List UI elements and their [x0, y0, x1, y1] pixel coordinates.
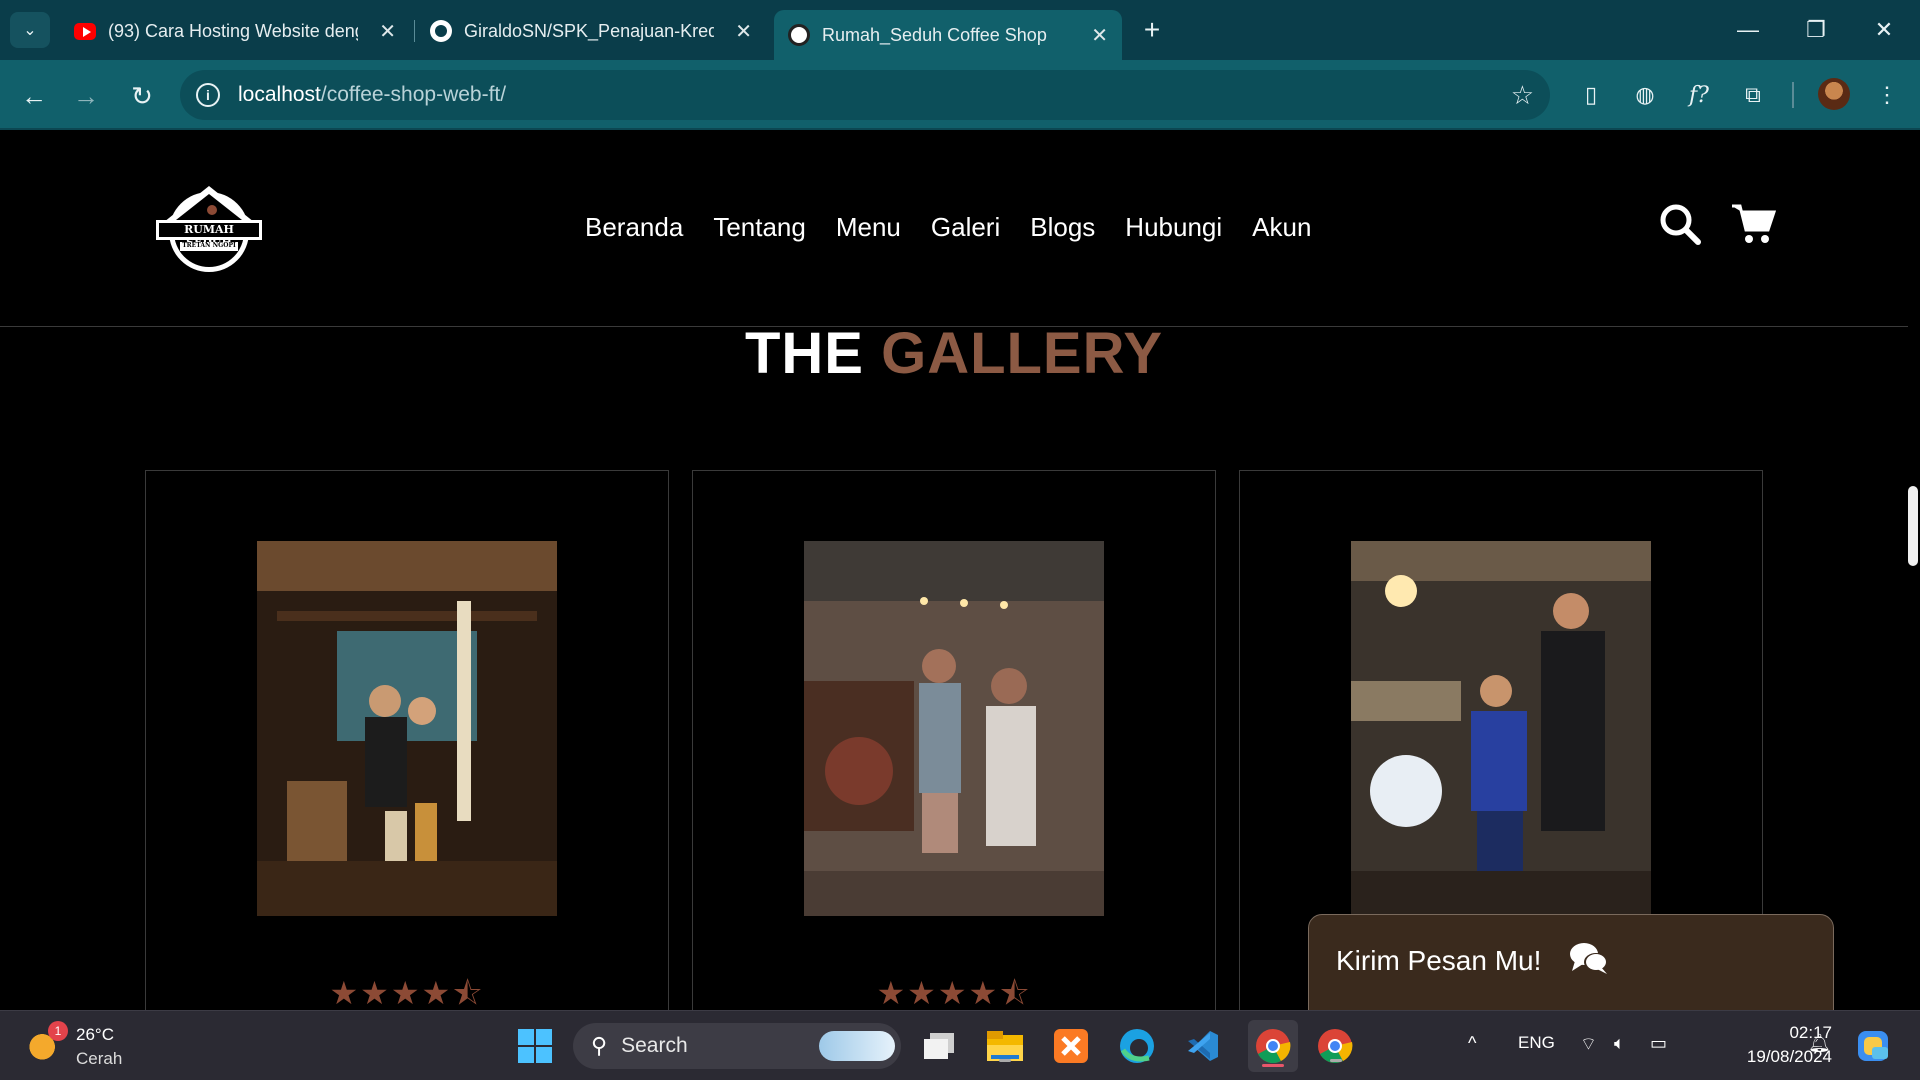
url-text[interactable]: localhost/coffee-shop-web-ft/ — [238, 83, 506, 107]
gallery-section-title: THE GALLERY — [744, 321, 1164, 386]
task-view-icon[interactable] — [918, 1025, 960, 1067]
tab-divider — [414, 20, 415, 42]
gallery-photo[interactable] — [1351, 541, 1651, 916]
youtube-icon — [74, 20, 96, 42]
notification-badge: 1 — [48, 1021, 68, 1041]
nav-galeri[interactable]: Galeri — [931, 212, 1000, 243]
close-tab-icon[interactable]: ✕ — [1091, 23, 1108, 48]
web-page: RUMAH SEDUH TRETAN NGOPI Beranda Tentang… — [0, 132, 1920, 1010]
nav-menu[interactable]: Menu — [836, 212, 901, 243]
browser-toolbar: ← → ↻ i localhost/coffee-shop-web-ft/ ☆ … — [0, 60, 1920, 130]
chrome-icon-active[interactable] — [1248, 1020, 1298, 1072]
new-tab-button[interactable]: + — [1136, 12, 1168, 48]
search-label: Search — [621, 1034, 688, 1057]
copilot-icon[interactable] — [1852, 1025, 1894, 1067]
rating-stars: ★★★★⯪ — [876, 975, 1032, 1010]
minimize-icon[interactable]: — — [1726, 12, 1770, 48]
show-hidden-icons[interactable]: ^ — [1468, 1033, 1476, 1054]
bookmark-star-icon[interactable]: ☆ — [1511, 80, 1534, 111]
chat-bubbles-icon — [1569, 941, 1609, 982]
back-icon[interactable]: ← — [16, 78, 52, 114]
rumah-seduh-logo[interactable]: RUMAH SEDUH TRETAN NGOPI — [152, 180, 266, 276]
notification-bell-icon[interactable]: 🔔︎ — [1808, 1033, 1831, 1054]
profile-avatar[interactable] — [1818, 78, 1850, 110]
gallery-card: ★★★★⯪ — [692, 470, 1216, 1010]
running-indicator — [1262, 1064, 1284, 1067]
search-icon: ⚲ — [591, 1033, 608, 1058]
close-tab-icon[interactable]: ✕ — [735, 19, 752, 44]
edge-icon[interactable] — [1116, 1025, 1158, 1067]
nav-blogs[interactable]: Blogs — [1030, 212, 1095, 243]
extensions-puzzle-icon[interactable]: ⧉ — [1738, 80, 1768, 110]
nav-hubungi[interactable]: Hubungi — [1125, 212, 1222, 243]
xampp-icon[interactable] — [1050, 1025, 1092, 1067]
nav-tentang[interactable]: Tentang — [713, 212, 806, 243]
file-explorer-icon[interactable] — [984, 1025, 1026, 1067]
tab-search-button[interactable]: ⌄ — [10, 12, 50, 48]
language-indicator[interactable]: ENG — [1518, 1033, 1555, 1053]
tab-github[interactable]: GiraldoSN/SPK_Penajuan-Kredit ✕ — [416, 10, 766, 52]
vscode-icon[interactable] — [1182, 1025, 1224, 1067]
nav-beranda[interactable]: Beranda — [585, 212, 683, 243]
main-nav: Beranda Tentang Menu Galeri Blogs Hubung… — [585, 212, 1311, 243]
logo-text-sub: TRETAN NGOPI — [182, 242, 236, 249]
reload-icon[interactable]: ↻ — [124, 78, 160, 114]
wifi-icon[interactable]: ⌔ — [1580, 1033, 1597, 1056]
cart-icon[interactable] — [1730, 202, 1777, 251]
extension-docs-icon[interactable]: ▯ — [1576, 80, 1606, 110]
volume-icon[interactable]: 🔈︎ — [1614, 1033, 1625, 1054]
search-highlight-art — [819, 1031, 895, 1061]
gallery-photo[interactable] — [804, 541, 1104, 916]
tab-youtube[interactable]: (93) Cara Hosting Website deng ✕ — [60, 10, 410, 52]
forward-icon[interactable]: → — [68, 78, 104, 114]
github-icon — [430, 20, 452, 42]
chat-label: Kirim Pesan Mu! — [1336, 945, 1542, 976]
weather-temp[interactable]: 26°C — [76, 1025, 114, 1045]
search-icon[interactable] — [1658, 202, 1702, 251]
half-star-icon: ⯪ — [999, 975, 1032, 1010]
rumah-seduh-icon — [788, 24, 810, 46]
more-menu-icon[interactable]: ⋮ — [1872, 80, 1902, 110]
chrome-profile-icon[interactable] — [1314, 1025, 1356, 1067]
running-indicator — [999, 1059, 1011, 1062]
close-window-icon[interactable]: ✕ — [1862, 12, 1906, 48]
nav-akun[interactable]: Akun — [1252, 212, 1311, 243]
address-bar[interactable]: i localhost/coffee-shop-web-ft/ ☆ — [180, 70, 1550, 120]
extension-font-icon[interactable]: f? — [1684, 80, 1714, 110]
battery-icon[interactable]: ▭ — [1650, 1033, 1667, 1054]
windows-taskbar: 1 26°C Cerah ⚲ Search ^ ENG ⌔ 🔈︎ ▭ 02:17… — [0, 1010, 1920, 1080]
gallery-card: ★★★★⯪ — [145, 470, 669, 1010]
windows-start-icon[interactable] — [514, 1025, 556, 1067]
chat-widget[interactable]: Kirim Pesan Mu! — [1308, 914, 1834, 1010]
tab-title: Rumah_Seduh Coffee Shop — [822, 24, 1047, 45]
site-header: RUMAH SEDUH TRETAN NGOPI Beranda Tentang… — [0, 132, 1908, 327]
tab-title: GiraldoSN/SPK_Penajuan-Kredit — [464, 20, 714, 41]
gallery-photo[interactable] — [257, 541, 557, 916]
toolbar-divider — [1792, 82, 1794, 108]
page-scrollbar[interactable] — [1908, 486, 1918, 566]
restore-icon[interactable]: ❐ — [1794, 12, 1838, 48]
tab-title: (93) Cara Hosting Website deng — [108, 20, 358, 41]
browser-tab-bar: ⌄ (93) Cara Hosting Website deng ✕ Giral… — [0, 0, 1920, 60]
taskbar-search[interactable]: ⚲ Search — [573, 1023, 901, 1069]
extension-globe-icon[interactable]: ◍ — [1630, 80, 1660, 110]
half-star-icon: ⯪ — [452, 975, 485, 1010]
close-tab-icon[interactable]: ✕ — [379, 19, 396, 44]
weather-desc[interactable]: Cerah — [76, 1049, 122, 1069]
rating-stars: ★★★★⯪ — [329, 975, 485, 1010]
site-info-icon[interactable]: i — [196, 83, 220, 107]
running-indicator — [1330, 1059, 1342, 1062]
tab-rumah-seduh[interactable]: Rumah_Seduh Coffee Shop ✕ — [774, 10, 1122, 60]
